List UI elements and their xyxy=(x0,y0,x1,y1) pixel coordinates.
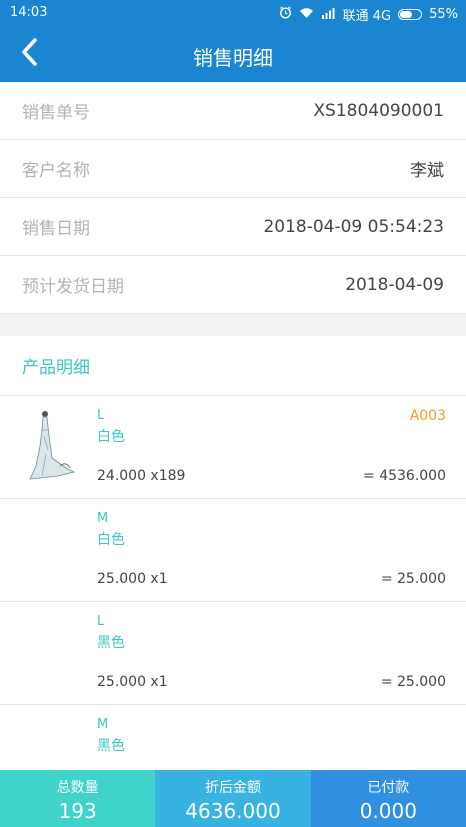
product-qty-price: 25.000 x1 xyxy=(97,571,168,587)
page-title: 销售明细 xyxy=(193,46,273,70)
signal-icon xyxy=(321,7,336,23)
product-color: 白色 xyxy=(97,429,125,445)
product-section-title: 产品明细 xyxy=(0,336,466,396)
product-color: 黑色 xyxy=(97,635,125,651)
info-label: 销售单号 xyxy=(22,103,90,123)
summary-total-qty: 总数量 193 xyxy=(0,770,156,827)
carrier-label: 联通 4G xyxy=(342,9,392,24)
summary-value: 4636.000 xyxy=(185,799,281,823)
info-label: 销售日期 xyxy=(22,219,90,239)
product-qty-price: 25.000 x1 xyxy=(97,674,168,690)
wifi-icon xyxy=(299,7,314,23)
product-size: L xyxy=(97,614,105,629)
product-size: M xyxy=(97,511,109,526)
product-item[interactable]: M 白色 25.000 x1 = 25.000 xyxy=(0,499,466,602)
title-bar: 销售明细 xyxy=(0,26,466,82)
product-qty-price: 24.000 x189 xyxy=(97,468,186,484)
status-bar: 14:03 联通 4G 55% xyxy=(0,0,466,26)
summary-bar: 总数量 193 折后金额 4636.000 已付款 0.000 xyxy=(0,770,466,827)
info-label: 预计发货日期 xyxy=(22,277,124,297)
order-info: 销售单号 XS1804090001 客户名称 李斌 销售日期 2018-04-0… xyxy=(0,82,466,314)
status-icons: 联通 4G 55% xyxy=(279,5,458,24)
info-row-sale-date: 销售日期 2018-04-09 05:54:23 xyxy=(0,198,466,256)
summary-label: 折后金额 xyxy=(204,780,261,796)
summary-discount-amount: 折后金额 4636.000 xyxy=(155,770,311,827)
product-list: 产品明细 L 白色 A003 24.000 x189 = 4536.000 M … xyxy=(0,336,466,770)
summary-label: 总数量 xyxy=(56,780,99,796)
info-row-customer: 客户名称 李斌 xyxy=(0,140,466,198)
summary-paid: 已付款 0.000 xyxy=(310,770,466,827)
summary-value: 0.000 xyxy=(359,799,417,823)
battery-icon xyxy=(398,9,423,20)
alarm-icon xyxy=(279,6,292,23)
product-item[interactable]: M 黑色 xyxy=(0,705,466,770)
info-value: XS1804090001 xyxy=(313,100,444,121)
product-size: M xyxy=(97,717,109,732)
product-amount: = 25.000 xyxy=(380,674,446,690)
info-label: 客户名称 xyxy=(22,161,90,181)
product-size: L xyxy=(97,408,105,423)
summary-label: 已付款 xyxy=(367,780,410,796)
info-row-ship-date: 预计发货日期 2018-04-09 xyxy=(0,256,466,314)
product-item[interactable]: L 白色 A003 24.000 x189 = 4536.000 xyxy=(0,396,466,499)
product-image xyxy=(22,406,84,484)
product-item[interactable]: L 黑色 25.000 x1 = 25.000 xyxy=(0,602,466,705)
product-amount: = 25.000 xyxy=(380,571,446,587)
battery-percent: 55% xyxy=(429,7,458,22)
product-color: 黑色 xyxy=(97,738,125,754)
info-value: 2018-04-09 05:54:23 xyxy=(263,216,444,237)
summary-value: 193 xyxy=(58,799,97,823)
info-value: 2018-04-09 xyxy=(345,274,444,295)
product-amount: = 4536.000 xyxy=(363,468,446,484)
battery-level xyxy=(400,11,413,18)
info-row-order-number: 销售单号 XS1804090001 xyxy=(0,82,466,140)
status-time: 14:03 xyxy=(10,5,48,20)
product-color: 白色 xyxy=(97,532,125,548)
product-code: A003 xyxy=(409,408,446,424)
info-value: 李斌 xyxy=(410,161,444,181)
